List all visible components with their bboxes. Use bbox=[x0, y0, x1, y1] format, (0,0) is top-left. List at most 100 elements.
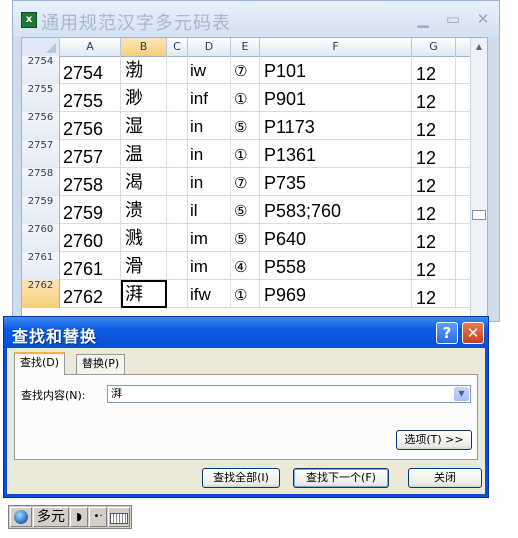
tab-find[interactable]: 查找(D) bbox=[14, 352, 66, 375]
cell-c[interactable] bbox=[167, 280, 188, 308]
row-number[interactable]: 2755 bbox=[22, 84, 60, 112]
cell-g[interactable]: 12 bbox=[412, 168, 456, 196]
cell-d[interactable]: im bbox=[188, 252, 231, 280]
options-button[interactable]: 选项(T) >> bbox=[396, 430, 472, 450]
cell-f[interactable]: P969 bbox=[260, 280, 412, 308]
cell-g[interactable]: 12 bbox=[412, 112, 456, 140]
cell-e[interactable]: ④ bbox=[231, 252, 260, 280]
cell-a[interactable]: 2762 bbox=[60, 280, 121, 308]
cell-a[interactable]: 2756 bbox=[60, 112, 121, 140]
row-number[interactable]: 2757 bbox=[22, 140, 60, 168]
column-header-e[interactable]: E bbox=[231, 38, 260, 56]
punctuation-icon[interactable]: •‧ bbox=[89, 507, 107, 527]
cell-d[interactable]: in bbox=[188, 140, 231, 168]
row-number[interactable]: 2760 bbox=[22, 224, 60, 252]
cell-g[interactable]: 12 bbox=[412, 140, 456, 168]
cell-c[interactable] bbox=[167, 224, 188, 252]
cell-f[interactable]: P583;760 bbox=[260, 196, 412, 224]
row-number[interactable]: 2761 bbox=[22, 252, 60, 280]
column-header-f[interactable]: F bbox=[260, 38, 412, 56]
cell-c[interactable] bbox=[167, 252, 188, 280]
cell-a[interactable]: 2761 bbox=[60, 252, 121, 280]
help-icon[interactable]: ? bbox=[436, 322, 458, 344]
keyboard-icon[interactable] bbox=[108, 507, 130, 527]
cell-a[interactable]: 2755 bbox=[60, 84, 121, 112]
scroll-up-icon[interactable]: ▲ bbox=[473, 40, 485, 54]
column-header-d[interactable]: D bbox=[188, 38, 231, 56]
cell-b[interactable]: 温 bbox=[121, 140, 167, 168]
column-header-b[interactable]: B bbox=[121, 38, 167, 56]
dialog-title-bar[interactable]: 查找和替换 ? ✕ bbox=[4, 317, 488, 348]
cell-g[interactable]: 12 bbox=[412, 280, 456, 308]
row-number[interactable]: 2759 bbox=[22, 196, 60, 224]
cell-b[interactable]: 渤 bbox=[121, 56, 167, 84]
cell-d[interactable]: inf bbox=[188, 84, 231, 112]
cell-f[interactable]: P101 bbox=[260, 56, 412, 84]
cell-g[interactable]: 12 bbox=[412, 84, 456, 112]
cell-e[interactable]: ⑤ bbox=[231, 196, 260, 224]
close-button[interactable]: 关闭 bbox=[408, 468, 482, 488]
cell-d[interactable]: in bbox=[188, 168, 231, 196]
scroll-thumb[interactable] bbox=[472, 210, 486, 220]
cell-e[interactable]: ① bbox=[231, 140, 260, 168]
row-number[interactable]: 2754 bbox=[22, 56, 60, 84]
vertical-scrollbar[interactable]: ▲ bbox=[470, 38, 487, 321]
cell-a[interactable]: 2759 bbox=[60, 196, 121, 224]
maximize-icon[interactable]: ▭ bbox=[443, 11, 463, 27]
cell-g[interactable]: 12 bbox=[412, 196, 456, 224]
cell-f[interactable]: P1361 bbox=[260, 140, 412, 168]
cell-a[interactable]: 2758 bbox=[60, 168, 121, 196]
cell-f[interactable]: P901 bbox=[260, 84, 412, 112]
cell-c[interactable] bbox=[167, 168, 188, 196]
cell-d[interactable]: il bbox=[188, 196, 231, 224]
cell-b[interactable]: 湿 bbox=[121, 112, 167, 140]
globe-icon[interactable] bbox=[10, 507, 32, 527]
cell-g[interactable]: 12 bbox=[412, 224, 456, 252]
ime-name[interactable]: 多元 bbox=[33, 507, 69, 527]
cell-c[interactable] bbox=[167, 56, 188, 84]
cell-g[interactable]: 12 bbox=[412, 56, 456, 84]
cell-e[interactable]: ① bbox=[231, 280, 260, 308]
column-header-c[interactable]: C bbox=[167, 38, 188, 56]
cell-f[interactable]: P735 bbox=[260, 168, 412, 196]
minimize-icon[interactable]: ▁ bbox=[413, 11, 433, 27]
sheet-grid[interactable]: A B C D E F G 2754 2754 渤 iw ⑦ P101 12 2755 2755… bbox=[21, 37, 488, 322]
cell-f[interactable]: P558 bbox=[260, 252, 412, 280]
cell-b[interactable]: 溅 bbox=[121, 224, 167, 252]
cell-a[interactable]: 2757 bbox=[60, 140, 121, 168]
cell-d[interactable]: ifw bbox=[188, 280, 231, 308]
cell-e[interactable]: ⑦ bbox=[231, 168, 260, 196]
cell-b[interactable]: 湃 bbox=[121, 280, 167, 308]
row-number[interactable]: 2758 bbox=[22, 168, 60, 196]
cell-d[interactable]: im bbox=[188, 224, 231, 252]
tab-replace[interactable]: 替换(P) bbox=[76, 354, 126, 374]
chevron-down-icon[interactable]: ▼ bbox=[454, 387, 469, 401]
cell-b[interactable]: 溃 bbox=[121, 196, 167, 224]
cell-c[interactable] bbox=[167, 140, 188, 168]
cell-g[interactable]: 12 bbox=[412, 252, 456, 280]
cell-e[interactable]: ⑤ bbox=[231, 224, 260, 252]
find-all-button[interactable]: 查找全部(I) bbox=[202, 468, 280, 488]
half-width-icon[interactable]: ◗ bbox=[70, 507, 88, 527]
cell-f[interactable]: P640 bbox=[260, 224, 412, 252]
cell-b[interactable]: 渴 bbox=[121, 168, 167, 196]
cell-a[interactable]: 2760 bbox=[60, 224, 121, 252]
column-header-a[interactable]: A bbox=[60, 38, 121, 56]
row-number[interactable]: 2756 bbox=[22, 112, 60, 140]
find-next-button[interactable]: 查找下一个(F) bbox=[293, 468, 389, 488]
cell-c[interactable] bbox=[167, 112, 188, 140]
find-what-input[interactable]: 湃 ▼ bbox=[107, 385, 471, 403]
close-icon[interactable]: ✕ bbox=[473, 11, 493, 27]
cell-b[interactable]: 滑 bbox=[121, 252, 167, 280]
spreadsheet-title-bar[interactable]: x 通用规范汉字多元码表 ▁ ▭ ✕ bbox=[13, 1, 499, 37]
row-number[interactable]: 2762 bbox=[22, 280, 60, 308]
cell-c[interactable] bbox=[167, 196, 188, 224]
cell-e[interactable]: ① bbox=[231, 84, 260, 112]
cell-d[interactable]: iw bbox=[188, 56, 231, 84]
cell-e[interactable]: ⑤ bbox=[231, 112, 260, 140]
select-all-corner[interactable] bbox=[22, 38, 60, 56]
dialog-close-icon[interactable]: ✕ bbox=[462, 322, 484, 344]
cell-b[interactable]: 渺 bbox=[121, 84, 167, 112]
cell-d[interactable]: in bbox=[188, 112, 231, 140]
cell-c[interactable] bbox=[167, 84, 188, 112]
